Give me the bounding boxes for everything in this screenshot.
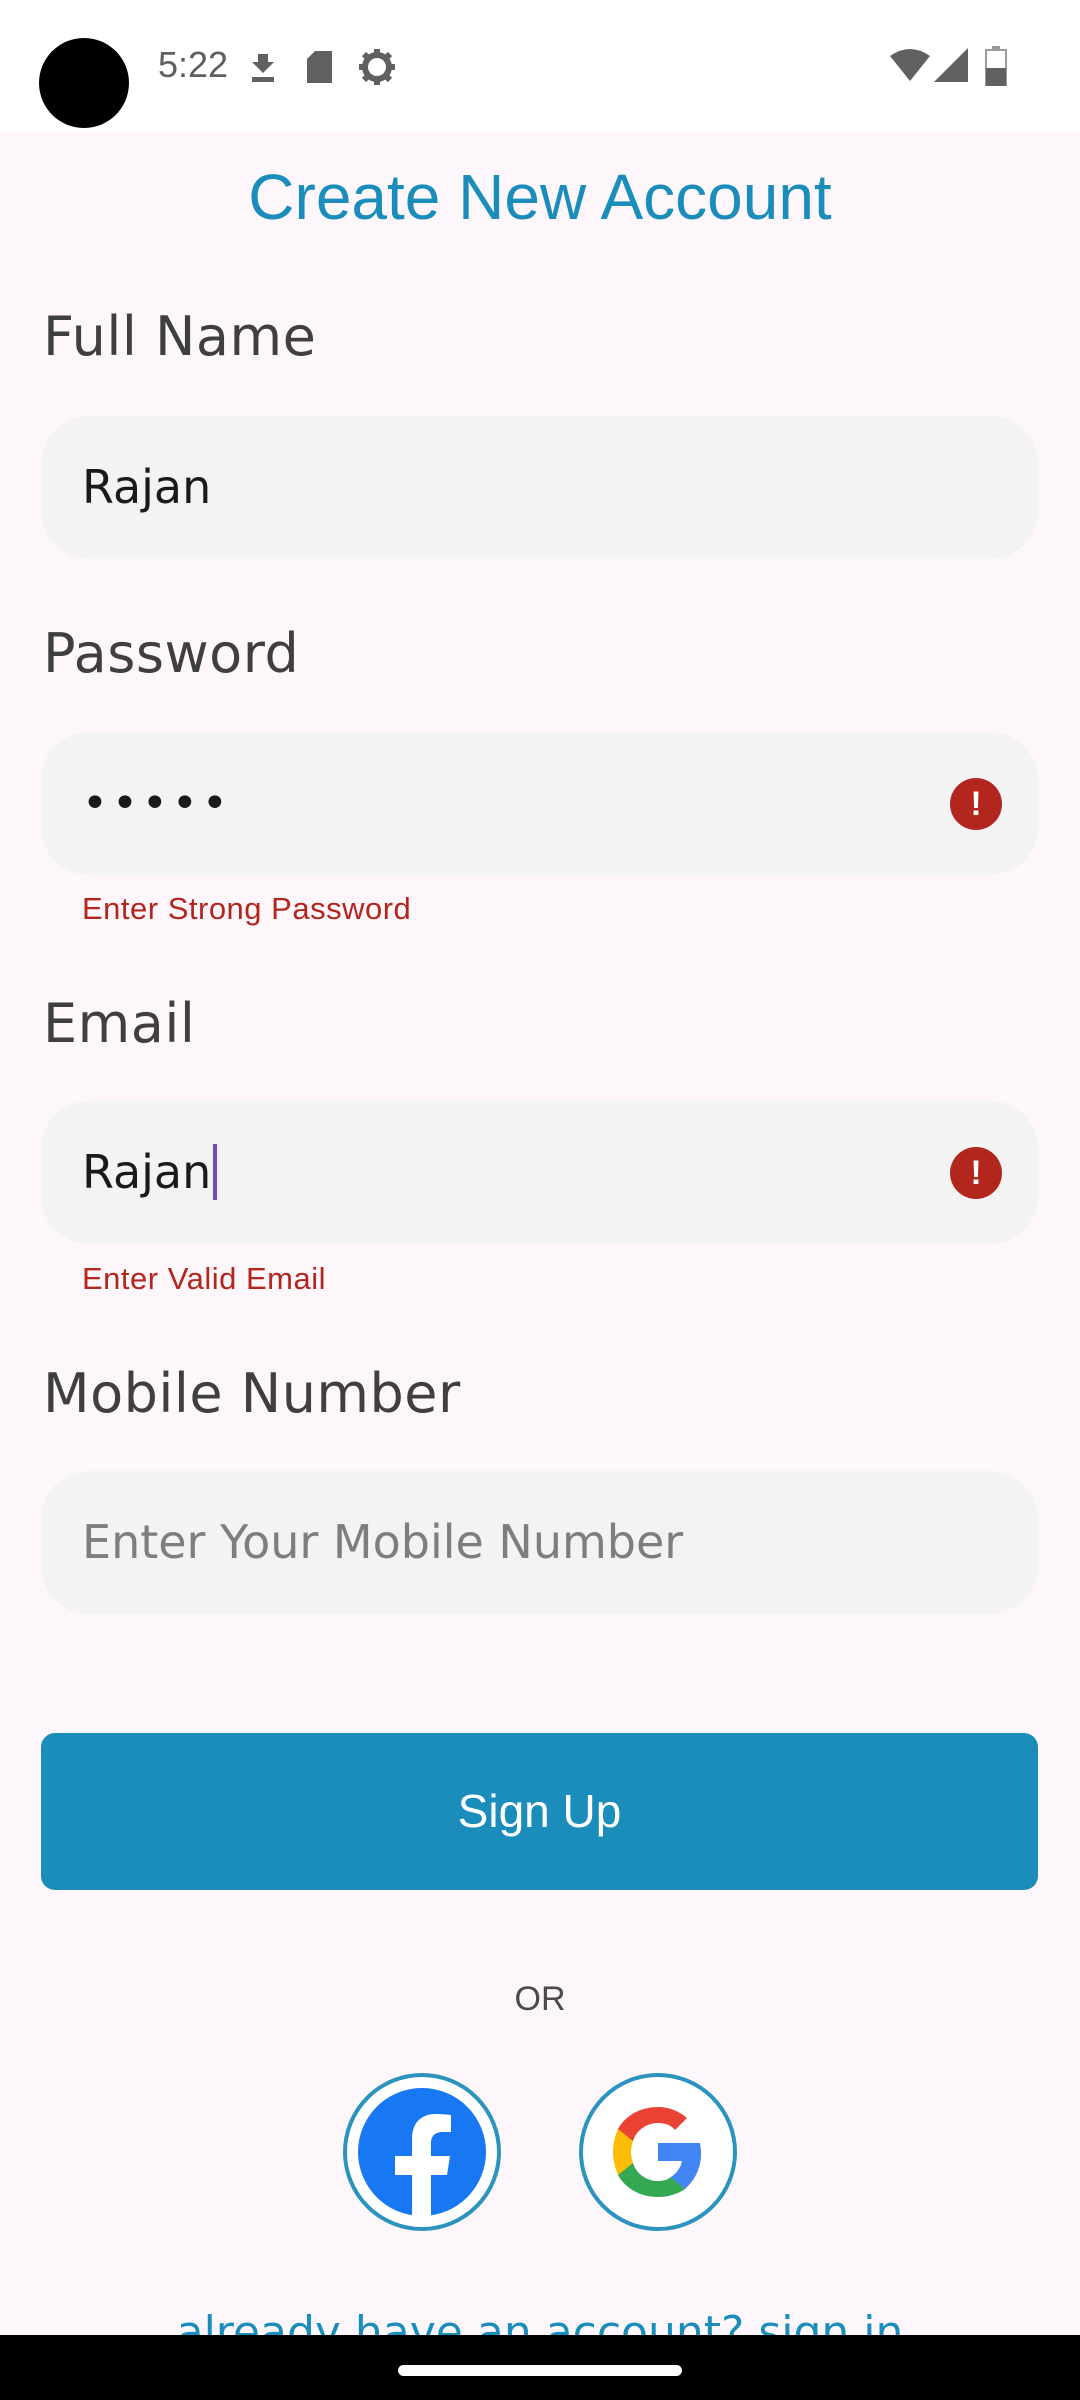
status-bar: 5:22 <box>0 0 1080 132</box>
full-name-label: Full Name <box>43 305 317 368</box>
google-icon <box>613 2107 701 2197</box>
home-gesture-handle[interactable] <box>398 2365 682 2376</box>
password-field[interactable]: ••••• ! <box>41 732 1038 875</box>
full-name-field[interactable]: Rajan <box>41 416 1038 559</box>
mobile-number-label: Mobile Number <box>43 1362 461 1425</box>
wifi-icon <box>890 49 930 81</box>
email-error-text: Enter Valid Email <box>82 1261 326 1296</box>
email-value-wrap: Rajan <box>82 1101 218 1244</box>
sign-up-button[interactable]: Sign Up <box>41 1733 1038 1890</box>
sd-card-icon <box>307 51 332 83</box>
email-field[interactable]: Rajan ! <box>41 1101 1038 1244</box>
or-divider-text: OR <box>514 1980 566 2018</box>
facebook-login-button[interactable] <box>343 2073 501 2231</box>
password-error-icon: ! <box>950 778 1002 830</box>
camera-cutout <box>39 38 129 128</box>
email-value: Rajan <box>82 1145 212 1199</box>
email-label: Email <box>43 992 196 1055</box>
mobile-number-field[interactable]: Enter Your Mobile Number <box>41 1471 1038 1614</box>
cellular-signal-icon <box>934 48 968 82</box>
google-login-button[interactable] <box>579 2073 737 2231</box>
download-icon <box>252 54 274 82</box>
system-navigation-bar <box>0 2335 1080 2400</box>
battery-icon <box>985 46 1007 86</box>
facebook-icon <box>358 2088 486 2216</box>
settings-gear-icon <box>359 49 395 85</box>
text-caret <box>213 1143 218 1200</box>
status-time: 5:22 <box>158 44 229 85</box>
password-value: ••••• <box>82 778 232 829</box>
mobile-number-placeholder: Enter Your Mobile Number <box>82 1515 684 1569</box>
page-title: Create New Account <box>248 161 832 233</box>
email-error-icon: ! <box>950 1147 1002 1199</box>
password-error-text: Enter Strong Password <box>82 891 412 926</box>
full-name-value: Rajan <box>82 460 212 514</box>
password-label: Password <box>43 622 300 685</box>
